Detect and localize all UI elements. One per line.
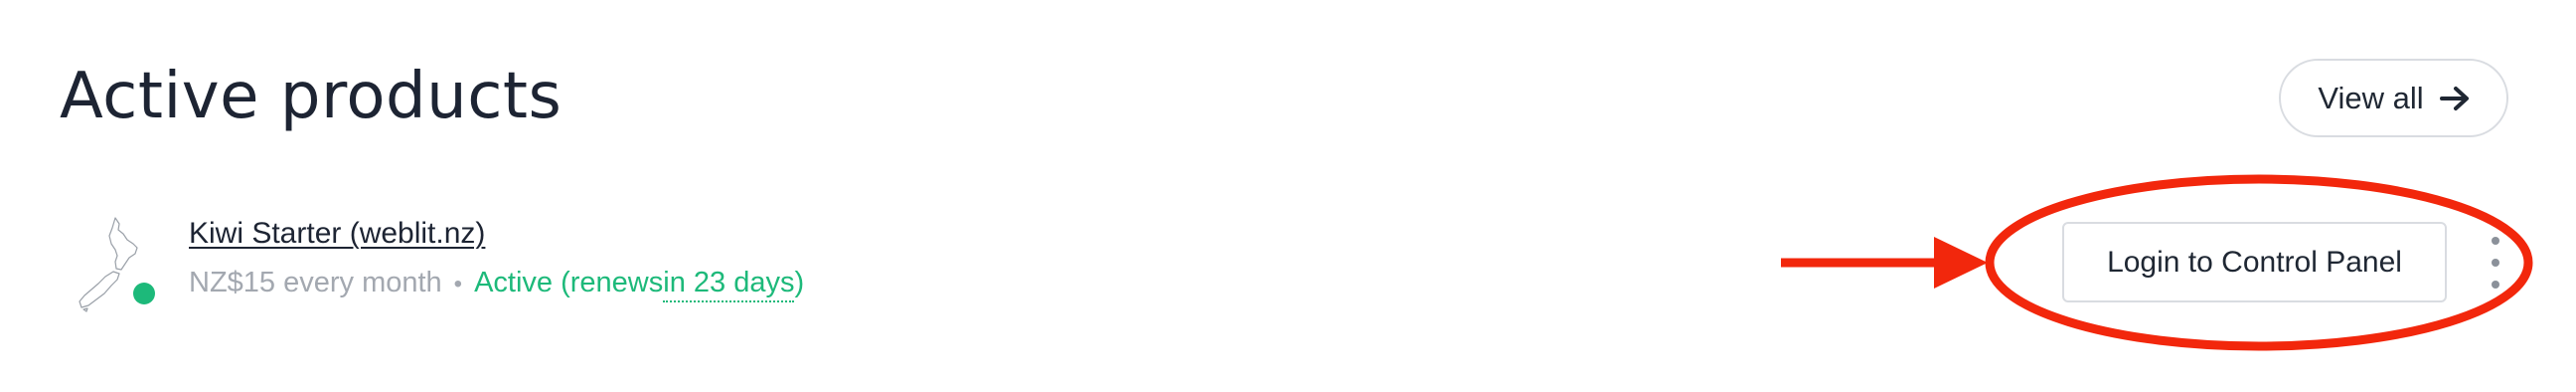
view-all-button[interactable]: View all — [2279, 59, 2508, 137]
status-close-paren: ) — [794, 267, 805, 298]
kebab-dot — [2492, 281, 2499, 289]
active-status-dot — [133, 283, 155, 304]
status-indicator — [126, 276, 162, 311]
kebab-dot — [2492, 259, 2499, 267]
arrow-right-icon — [1781, 237, 1988, 289]
renewal-date-tooltip[interactable]: in 23 days — [663, 267, 795, 302]
meta-separator: • — [453, 271, 463, 297]
product-price: NZ$15 every month — [189, 267, 442, 298]
page-title: Active products — [60, 60, 563, 133]
product-name-link[interactable]: Kiwi Starter (weblit.nz) — [189, 217, 485, 251]
kebab-menu-icon[interactable] — [2481, 237, 2510, 289]
product-meta: NZ$15 every month • Active (renews in 23… — [189, 267, 804, 302]
login-control-panel-button[interactable]: Login to Control Panel — [2062, 222, 2447, 302]
kebab-dot — [2492, 237, 2499, 245]
view-all-label: View all — [2318, 80, 2424, 115]
arrow-right-icon — [2439, 86, 2469, 110]
active-products-page: Active products View all Kiwi Starter (w… — [0, 0, 2576, 392]
product-status: Active (renews — [474, 267, 664, 298]
